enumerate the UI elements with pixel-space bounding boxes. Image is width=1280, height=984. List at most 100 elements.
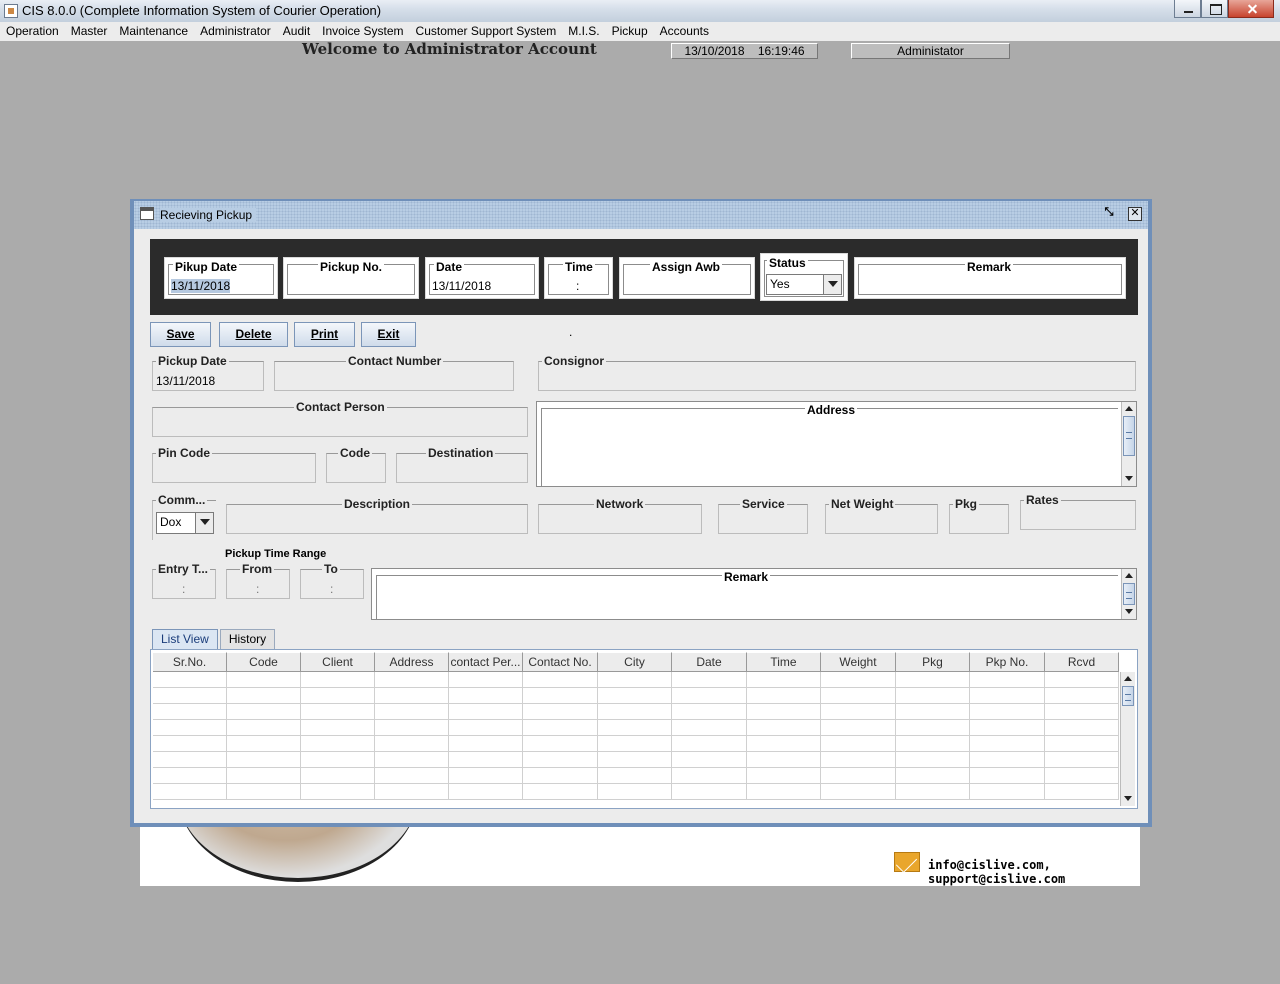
col-time[interactable]: Time <box>747 652 821 672</box>
table-cell[interactable] <box>1045 752 1119 768</box>
table-cell[interactable] <box>747 784 821 800</box>
table-cell[interactable] <box>821 672 896 688</box>
menu-accounts[interactable]: Accounts <box>654 22 715 41</box>
table-row[interactable] <box>153 784 1119 800</box>
table-cell[interactable] <box>523 672 598 688</box>
table-cell[interactable] <box>523 768 598 784</box>
col-pkg[interactable]: Pkg <box>896 652 970 672</box>
table-cell[interactable] <box>375 736 449 752</box>
col-weight[interactable]: Weight <box>821 652 896 672</box>
description-field[interactable]: Description <box>226 497 528 534</box>
table-row[interactable] <box>153 752 1119 768</box>
menu-invoice-system[interactable]: Invoice System <box>316 22 409 41</box>
table-row[interactable] <box>153 736 1119 752</box>
table-cell[interactable] <box>970 736 1045 752</box>
table-cell[interactable] <box>821 784 896 800</box>
menu-pickup[interactable]: Pickup <box>606 22 654 41</box>
from-time-field[interactable]: From : <box>226 562 290 599</box>
col-contact-no[interactable]: Contact No. <box>523 652 598 672</box>
table-cell[interactable] <box>227 720 301 736</box>
table-cell[interactable] <box>449 752 523 768</box>
table-cell[interactable] <box>449 720 523 736</box>
table-cell[interactable] <box>672 752 747 768</box>
table-cell[interactable] <box>747 688 821 704</box>
table-cell[interactable] <box>598 704 672 720</box>
table-cell[interactable] <box>896 720 970 736</box>
table-cell[interactable] <box>970 672 1045 688</box>
table-cell[interactable] <box>375 672 449 688</box>
address-area[interactable]: Address <box>536 401 1137 487</box>
table-cell[interactable] <box>1045 688 1119 704</box>
table-cell[interactable] <box>375 752 449 768</box>
remark-scrollbar[interactable] <box>1121 569 1136 619</box>
table-cell[interactable] <box>375 720 449 736</box>
menu-master[interactable]: Master <box>65 22 114 41</box>
table-cell[interactable] <box>227 688 301 704</box>
table-cell[interactable] <box>153 768 227 784</box>
table-row[interactable] <box>153 768 1119 784</box>
table-cell[interactable] <box>672 688 747 704</box>
maximize-icon[interactable] <box>1201 0 1228 18</box>
table-cell[interactable] <box>301 688 375 704</box>
tab-history[interactable]: History <box>219 629 276 649</box>
table-cell[interactable] <box>598 688 672 704</box>
table-cell[interactable] <box>747 720 821 736</box>
print-button[interactable]: Print <box>294 322 355 347</box>
table-cell[interactable] <box>970 752 1045 768</box>
table-cell[interactable] <box>523 720 598 736</box>
table-cell[interactable] <box>375 704 449 720</box>
service-field[interactable]: Service <box>718 497 808 534</box>
table-cell[interactable] <box>449 736 523 752</box>
pickup-no-field[interactable]: Pickup No. <box>283 257 419 299</box>
table-cell[interactable] <box>896 672 970 688</box>
table-cell[interactable] <box>672 784 747 800</box>
table-cell[interactable] <box>821 736 896 752</box>
scroll-up-icon[interactable] <box>1121 672 1135 686</box>
rates-field[interactable]: Rates <box>1020 493 1136 530</box>
col-city[interactable]: City <box>598 652 672 672</box>
table-cell[interactable] <box>598 784 672 800</box>
table-cell[interactable] <box>227 736 301 752</box>
dialog-close-icon[interactable]: ✕ <box>1128 207 1142 221</box>
net-weight-field[interactable]: Net Weight <box>825 497 938 534</box>
contact-person-field[interactable]: Contact Person <box>152 400 528 437</box>
col-address[interactable]: Address <box>375 652 449 672</box>
close-icon[interactable] <box>1228 0 1274 18</box>
table-row[interactable] <box>153 704 1119 720</box>
table-cell[interactable] <box>896 768 970 784</box>
table-cell[interactable] <box>301 752 375 768</box>
table-cell[interactable] <box>301 784 375 800</box>
table-cell[interactable] <box>449 704 523 720</box>
table-cell[interactable] <box>227 704 301 720</box>
table-cell[interactable] <box>153 736 227 752</box>
table-cell[interactable] <box>227 784 301 800</box>
table-cell[interactable] <box>672 736 747 752</box>
menu-operation[interactable]: Operation <box>0 22 65 41</box>
table-cell[interactable] <box>227 752 301 768</box>
table-cell[interactable] <box>747 752 821 768</box>
table-cell[interactable] <box>375 784 449 800</box>
table-row[interactable] <box>153 688 1119 704</box>
time-field[interactable]: Time : <box>544 257 613 299</box>
table-cell[interactable] <box>153 784 227 800</box>
table-cell[interactable] <box>896 736 970 752</box>
consignor-field[interactable]: Consignor <box>538 354 1136 391</box>
table-cell[interactable] <box>301 736 375 752</box>
table-row[interactable] <box>153 672 1119 688</box>
table-cell[interactable] <box>970 688 1045 704</box>
table-cell[interactable] <box>672 768 747 784</box>
col-rcvd[interactable]: Rcvd <box>1045 652 1119 672</box>
contact-number-field[interactable]: Contact Number <box>274 354 514 391</box>
table-cell[interactable] <box>672 672 747 688</box>
col-code[interactable]: Code <box>227 652 301 672</box>
pin-code-field[interactable]: Pin Code <box>152 446 316 483</box>
status-dropdown[interactable]: Yes <box>766 274 842 295</box>
pickup-date-field[interactable]: Pickup Date 13/11/2018 <box>152 354 264 391</box>
top-remark-field[interactable]: Remark <box>854 257 1126 299</box>
table-cell[interactable] <box>449 688 523 704</box>
table-cell[interactable] <box>1045 720 1119 736</box>
to-time-field[interactable]: To : <box>300 562 364 599</box>
table-cell[interactable] <box>153 752 227 768</box>
scroll-up-icon[interactable] <box>1122 402 1136 416</box>
table-cell[interactable] <box>1045 768 1119 784</box>
